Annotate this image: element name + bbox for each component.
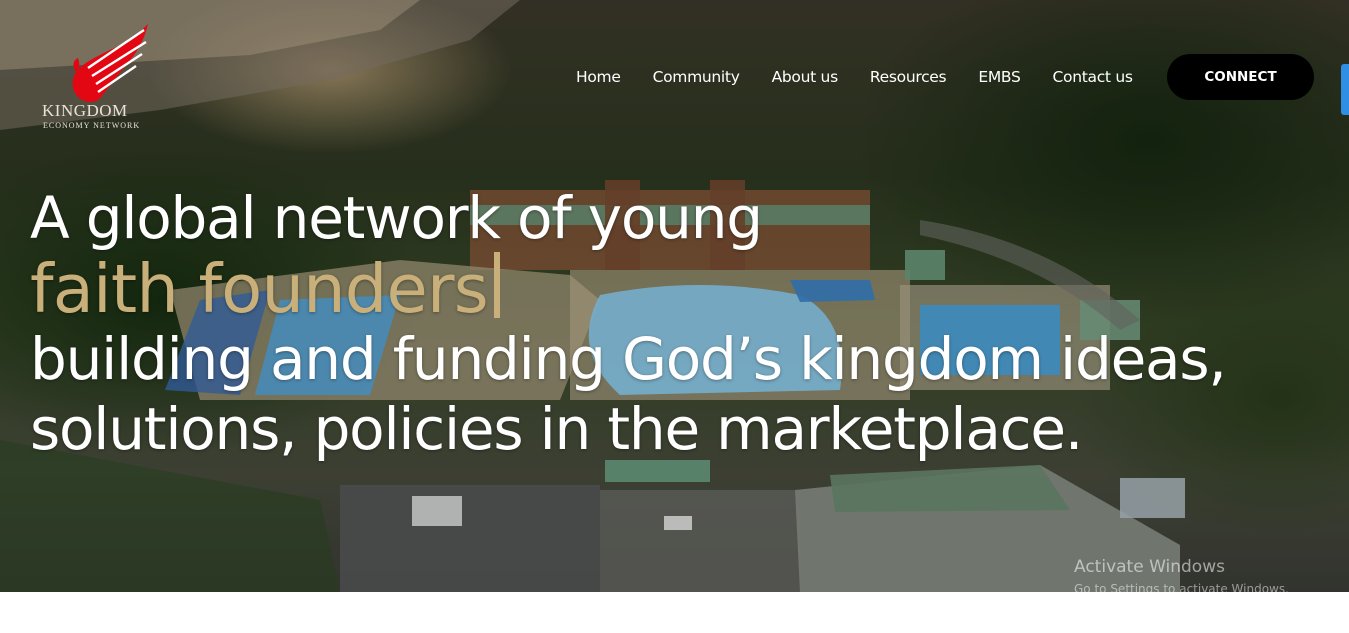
hero-headline-line-3: building and funding God’s kingdom ideas… [30,325,1227,393]
activate-windows-title: Activate Windows [1074,557,1225,577]
side-feedback-tab[interactable] [1341,64,1349,115]
connect-button[interactable]: CONNECT [1167,54,1314,100]
hero-headline-highlight: faith founders [30,250,500,328]
activate-windows-subtitle: Go to Settings to activate Windows. [1074,582,1289,596]
brand-name: KINGDOM [42,101,128,120]
nav-item-community[interactable]: Community [637,66,756,90]
hero-typed-text: faith founders [30,250,489,328]
nav-item-about-us[interactable]: About us [756,66,854,90]
brand-tagline: ECONOMY NETWORK [43,121,141,130]
nav-item-home[interactable]: Home [560,66,637,90]
typing-cursor [493,252,500,318]
nav-item-resources[interactable]: Resources [854,66,962,90]
nav-item-contact-us[interactable]: Contact us [1037,66,1149,90]
nav-item-embs[interactable]: EMBS [962,66,1036,90]
hero-headline-line-1: A global network of young [30,184,763,252]
hero-headline-line-4: solutions, policies in the marketplace. [30,395,1083,463]
main-navigation: Home Community About us Resources EMBS C… [560,66,1149,90]
